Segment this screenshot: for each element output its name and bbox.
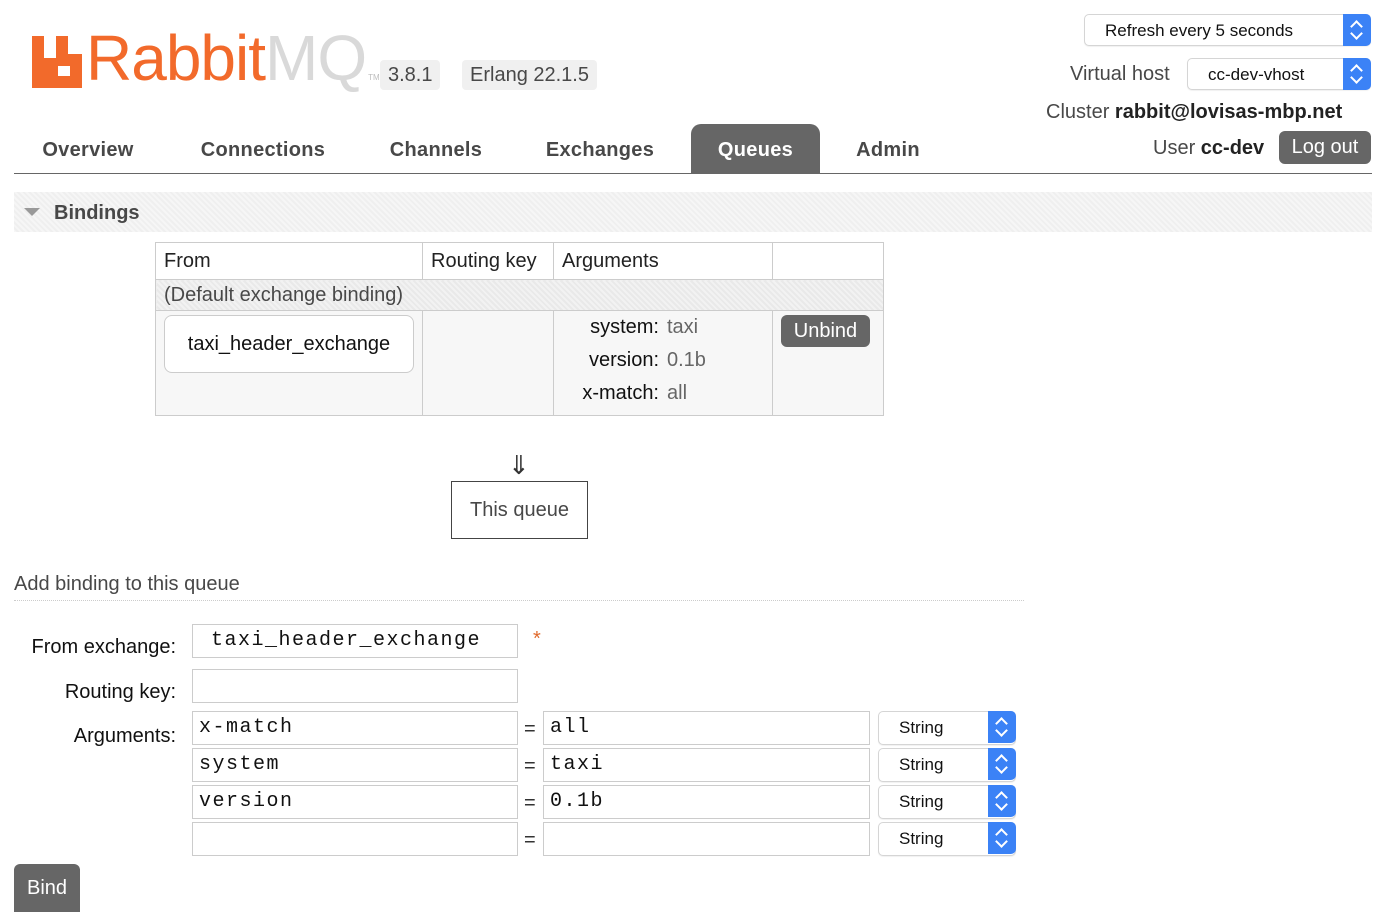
select-arrows-icon — [988, 785, 1016, 817]
unbind-button[interactable]: Unbind — [781, 315, 870, 347]
refresh-interval-select[interactable]: Refresh every 5 seconds — [1084, 14, 1371, 46]
logout-button[interactable]: Log out — [1279, 131, 1371, 164]
argument-value-input[interactable] — [543, 822, 870, 856]
argument-key-input[interactable] — [192, 822, 518, 856]
argument-value-input[interactable]: all — [543, 711, 870, 745]
select-arrows-icon — [1343, 58, 1371, 90]
exchange-link[interactable]: taxi_header_exchange — [164, 315, 414, 373]
argument-item: version: 0.1b — [588, 349, 706, 371]
erlang-version-badge: Erlang 22.1.5 — [462, 60, 597, 90]
argument-value-input[interactable]: 0.1b — [543, 785, 870, 819]
cluster-label: Cluster — [1046, 101, 1110, 123]
column-header-from: From — [155, 242, 423, 280]
rabbit-logo-icon — [32, 36, 82, 88]
tab-exchanges[interactable]: Exchanges — [526, 124, 674, 174]
argument-value-input[interactable]: taxi — [543, 748, 870, 782]
column-header-actions — [772, 242, 884, 280]
select-arrows-icon — [1343, 14, 1371, 46]
logo-text-mq: MQ — [265, 22, 367, 94]
select-arrows-icon — [988, 822, 1016, 854]
argument-key-input[interactable]: x-match — [192, 711, 518, 745]
bindings-section-header[interactable] — [14, 192, 1372, 232]
tab-admin[interactable]: Admin — [838, 124, 938, 174]
argument-type-select[interactable]: String — [878, 785, 1016, 819]
default-binding-row: (Default exchange binding) — [155, 279, 884, 311]
select-arrows-icon — [988, 711, 1016, 743]
from-exchange-label: From exchange: — [31, 636, 176, 658]
equals-sign: = — [524, 755, 536, 777]
argument-type-select[interactable]: String — [878, 711, 1016, 745]
from-exchange-input[interactable]: taxi_header_exchange — [192, 624, 518, 658]
user-name: cc-dev — [1200, 137, 1265, 159]
cluster-info: Cluster rabbit@lovisas-mbp.net — [1046, 101, 1342, 124]
table-row: taxi_header_exchange system: taxi versio… — [155, 310, 884, 416]
virtual-host-select[interactable]: cc-dev-vhost — [1187, 58, 1371, 90]
select-arrows-icon — [988, 748, 1016, 780]
rabbitmq-logo: RabbitMQ TM — [32, 26, 380, 90]
argument-key-input[interactable]: version — [192, 785, 518, 819]
argument-item: x-match: all — [582, 382, 688, 404]
equals-sign: = — [524, 829, 536, 851]
bindings-table: From Routing key Arguments (Default exch… — [155, 242, 884, 416]
routing-key-cell — [422, 310, 554, 416]
equals-sign: = — [524, 718, 536, 740]
this-queue-box: This queue — [451, 481, 588, 539]
arguments-cell: system: taxi version: 0.1b x-match: all — [553, 310, 773, 416]
routing-key-input[interactable] — [192, 669, 518, 703]
virtual-host-label: Virtual host — [1070, 63, 1170, 85]
add-binding-title: Add binding to this queue — [14, 573, 240, 595]
user-info: User cc-dev — [1153, 137, 1264, 160]
tab-channels[interactable]: Channels — [372, 124, 500, 174]
required-marker: * — [533, 628, 541, 650]
column-header-routing-key: Routing key — [422, 242, 554, 280]
cluster-name: rabbit@lovisas-mbp.net — [1114, 101, 1343, 123]
nav-divider — [14, 173, 1372, 174]
collapse-triangle-icon[interactable] — [24, 208, 40, 216]
table-header-row: From Routing key Arguments — [155, 242, 884, 280]
routing-key-label: Routing key: — [64, 681, 176, 703]
equals-sign: = — [524, 792, 536, 814]
version-badge: 3.8.1 — [380, 60, 441, 90]
argument-item: system: taxi — [590, 316, 699, 338]
arguments-label: Arguments: — [73, 725, 176, 747]
user-label: User — [1153, 137, 1196, 159]
bind-button[interactable]: Bind — [14, 864, 80, 912]
down-arrow-icon: ⇓ — [508, 450, 530, 480]
argument-key-input[interactable]: system — [192, 748, 518, 782]
bindings-section-title[interactable]: Bindings — [54, 202, 140, 225]
logo-trademark: TM — [368, 73, 380, 82]
argument-type-select[interactable]: String — [878, 822, 1016, 856]
argument-type-select[interactable]: String — [878, 748, 1016, 782]
default-binding-label: (Default exchange binding) — [155, 279, 884, 311]
logo-text-rabbit: Rabbit — [86, 22, 266, 94]
tab-connections[interactable]: Connections — [180, 124, 346, 174]
column-header-arguments: Arguments — [553, 242, 773, 280]
tab-queues[interactable]: Queues — [691, 124, 820, 174]
section-divider — [14, 600, 1024, 601]
tab-overview[interactable]: Overview — [22, 124, 154, 174]
